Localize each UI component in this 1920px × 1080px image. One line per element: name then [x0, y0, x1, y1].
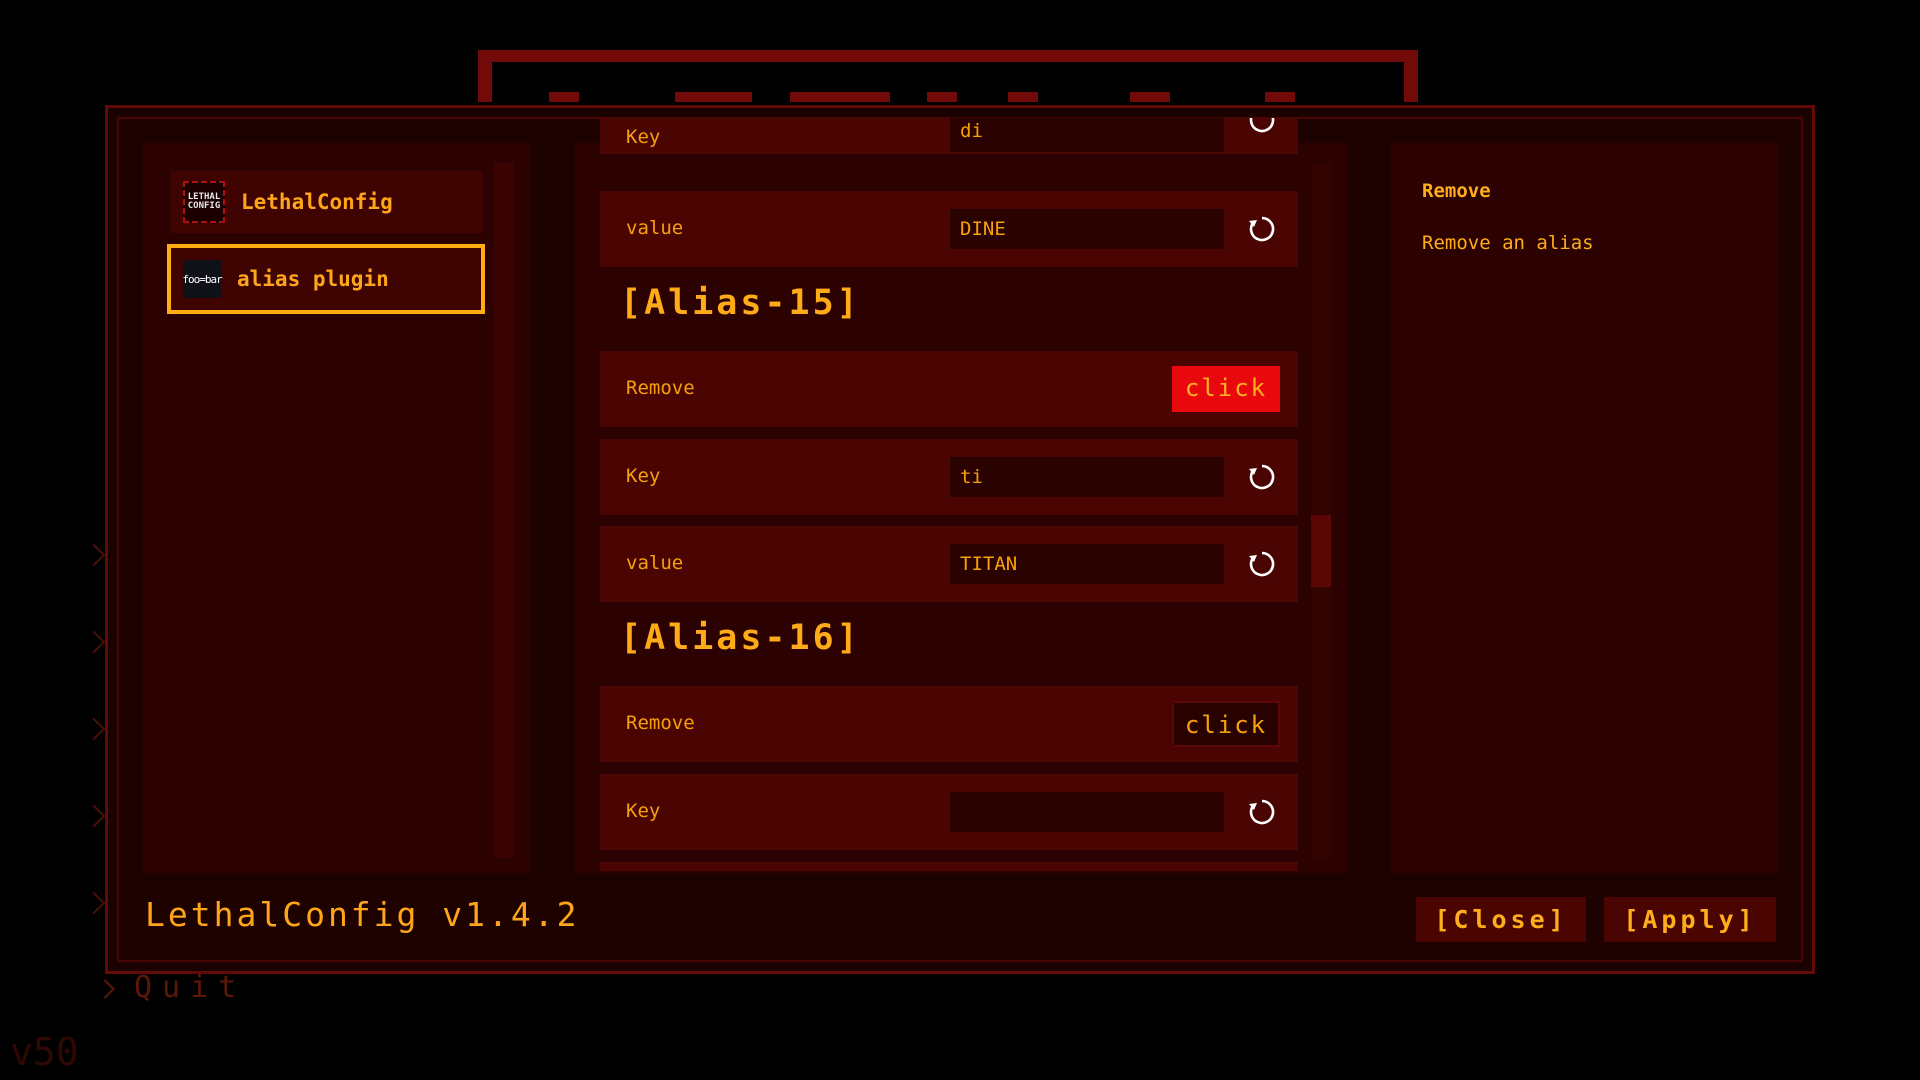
banner-segment — [549, 92, 579, 102]
config-label: Key — [626, 126, 661, 148]
text-input[interactable]: di — [950, 118, 1224, 152]
mod-item-lethalconfig[interactable]: LETHAL CONFIG LethalConfig — [171, 171, 483, 233]
quit-menu-item[interactable]: Quit — [98, 970, 246, 1005]
banner-segment — [927, 92, 957, 102]
key-input[interactable]: ti — [950, 457, 1224, 497]
banner-segment — [675, 92, 752, 102]
description-title: Remove — [1422, 180, 1491, 202]
menu-arrow-icon — [82, 543, 106, 567]
mod-name: alias plugin — [237, 267, 389, 291]
reset-icon[interactable] — [1248, 215, 1276, 243]
config-row-value: value DINE — [600, 191, 1298, 267]
config-row-key-partial: Key di — [600, 118, 1298, 154]
config-label: value — [626, 217, 684, 239]
config-row-value: value TITAN — [600, 526, 1298, 602]
close-button[interactable]: [Close] — [1416, 897, 1586, 942]
config-row-remove: Remove click — [600, 686, 1298, 762]
banner-segment — [1265, 92, 1295, 102]
mod-list-scrollbar[interactable] — [494, 163, 514, 858]
section-header-alias-15: [Alias-15] — [620, 283, 861, 323]
reset-icon[interactable] — [1248, 798, 1276, 826]
config-label: Key — [626, 800, 661, 822]
config-row-remove: Remove click — [600, 351, 1298, 427]
game-version-label: v50 — [10, 1030, 79, 1074]
remove-click-button[interactable]: click — [1172, 701, 1280, 747]
config-row-key: Key ti — [600, 439, 1298, 515]
lethalconfig-logo-icon: LETHAL CONFIG — [183, 181, 225, 223]
config-label: Key — [626, 465, 661, 487]
reset-icon[interactable] — [1248, 463, 1276, 491]
reset-icon[interactable] — [1248, 550, 1276, 578]
description-text: Remove an alias — [1422, 232, 1594, 254]
menu-arrow-icon — [82, 804, 106, 828]
config-scrollbar-track[interactable] — [1311, 163, 1331, 858]
config-label: Remove — [626, 377, 695, 399]
key-input[interactable] — [950, 792, 1224, 832]
value-input[interactable]: DINE — [950, 209, 1224, 249]
value-input[interactable]: TITAN — [950, 544, 1224, 584]
remove-click-button[interactable]: click — [1172, 366, 1280, 412]
section-header-alias-16: [Alias-16] — [620, 618, 861, 658]
apply-button[interactable]: [Apply] — [1604, 897, 1776, 942]
menu-arrow-icon — [82, 891, 106, 915]
banner-segment — [1130, 92, 1170, 102]
reset-icon[interactable] — [1248, 118, 1276, 134]
banner-segment — [1008, 92, 1038, 102]
config-label: Remove — [626, 712, 695, 734]
mod-item-alias-plugin[interactable]: foo=bar alias plugin — [167, 244, 485, 314]
config-row-key: Key — [600, 774, 1298, 850]
mod-name: LethalConfig — [241, 190, 393, 214]
config-row-next-partial — [600, 862, 1298, 871]
foobar-logo-icon: foo=bar — [182, 260, 223, 298]
config-scrollbar-thumb[interactable] — [1311, 515, 1331, 587]
banner-segment — [790, 92, 890, 102]
menu-arrow-icon — [82, 717, 106, 741]
config-label: value — [626, 552, 684, 574]
menu-arrow-icon — [82, 630, 106, 654]
version-label: LethalConfig v1.4.2 — [145, 895, 580, 934]
